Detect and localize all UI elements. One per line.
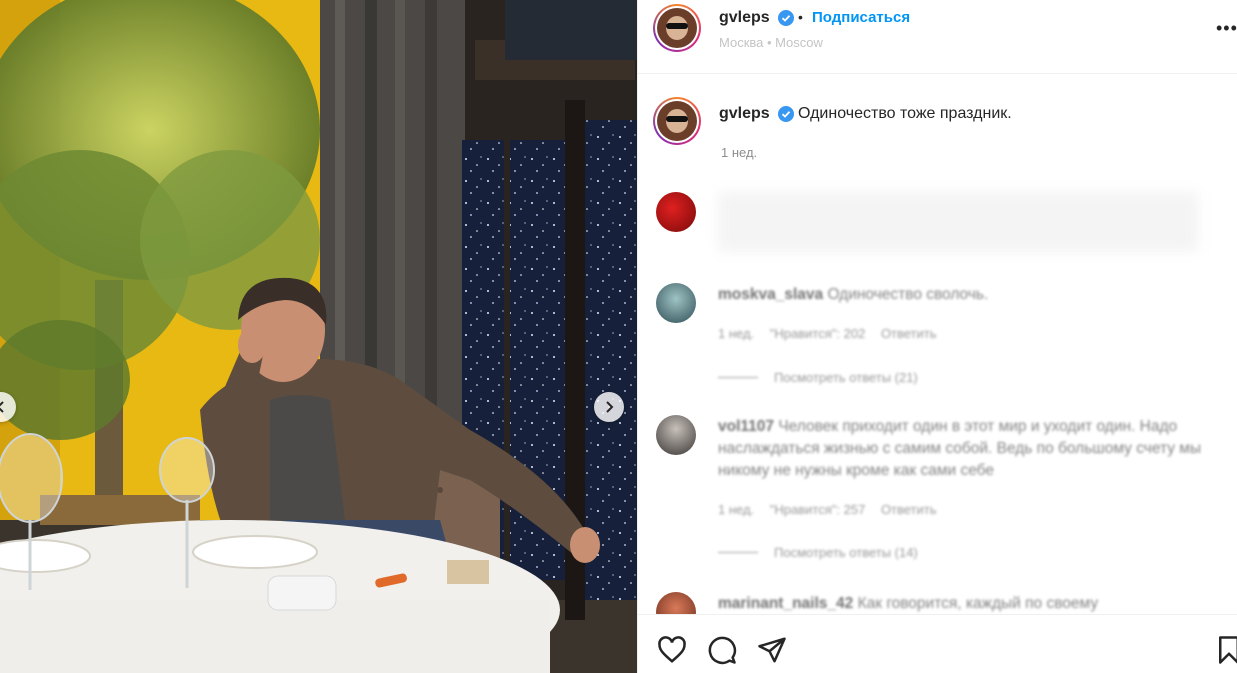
view-replies-button[interactable]: Посмотреть ответы (14) [718, 545, 918, 560]
comment-time: 1 нед. [718, 502, 755, 517]
reply-button[interactable]: Ответить [881, 502, 937, 517]
follow-button[interactable]: Подписаться [812, 9, 910, 26]
post-side-panel: gvleps • Подписаться Москва • Moscow •••… [637, 0, 1237, 673]
view-replies-button[interactable]: Посмотреть ответы (21) [718, 370, 918, 385]
header-separator: • [798, 9, 803, 25]
paper-plane-icon[interactable] [757, 635, 787, 665]
comment-text: Одиночество сволочь. [827, 286, 989, 303]
comment-username[interactable]: vol1107 [718, 418, 774, 435]
comment-body: marinant_nails_42 Как говорится, каждый … [718, 593, 1202, 615]
next-photo-button[interactable] [594, 392, 624, 422]
reply-button[interactable]: Ответить [881, 326, 937, 341]
commenter-avatar[interactable] [656, 192, 696, 232]
comment-meta: 1 нед. "Нравится": 202 Ответить [718, 326, 949, 341]
post-action-bar [638, 614, 1237, 673]
comment-item [656, 192, 1216, 262]
comment-username[interactable]: moskva_slava [718, 286, 823, 303]
verified-badge-icon [778, 106, 794, 122]
chevron-right-icon [606, 401, 614, 413]
view-replies-label: Посмотреть ответы (21) [774, 370, 918, 385]
comment-time: 1 нед. [718, 326, 755, 341]
caption-text: Одиночество тоже праздник. [798, 105, 1012, 122]
comment-likes[interactable]: "Нравится": 202 [770, 326, 866, 341]
comment-item: vol1107 Человек приходит один в этот мир… [656, 415, 1216, 560]
heart-icon[interactable] [657, 635, 687, 665]
blurred-comment [718, 192, 1198, 252]
author-username[interactable]: gvleps [719, 9, 770, 27]
author-avatar[interactable] [653, 4, 701, 52]
post-photo[interactable] [0, 0, 637, 673]
caption-time: 1 нед. [721, 145, 758, 160]
comment-body: moskva_slava Одиночество сволочь. [718, 284, 1202, 306]
restaurant-scene-image [0, 0, 637, 673]
comment-likes[interactable]: "Нравится": 257 [770, 502, 866, 517]
comment-text: Человек приходит один в этот мир и уходи… [718, 418, 1202, 479]
bookmark-icon[interactable] [1214, 635, 1237, 665]
chevron-left-icon [0, 401, 4, 413]
caption-avatar[interactable] [653, 97, 701, 145]
post-header: gvleps • Подписаться Москва • Moscow ••• [638, 0, 1237, 74]
comment-icon[interactable] [707, 635, 737, 665]
commenter-avatar[interactable] [656, 415, 696, 455]
caption-username[interactable]: gvleps [719, 105, 770, 123]
more-options-button[interactable]: ••• [1216, 18, 1237, 39]
commenter-avatar[interactable] [656, 283, 696, 323]
comment-body: vol1107 Человек приходит один в этот мир… [718, 416, 1202, 482]
post-location[interactable]: Москва • Moscow [719, 35, 823, 50]
comment-item: moskva_slava Одиночество сволочь. 1 нед.… [656, 283, 1216, 393]
instagram-post-modal: gvleps • Подписаться Москва • Moscow •••… [0, 0, 1237, 673]
verified-badge-icon [778, 10, 794, 26]
comment-text: Как говорится, каждый по своему [857, 595, 1099, 612]
comment-username[interactable]: marinant_nails_42 [718, 595, 853, 612]
view-replies-label: Посмотреть ответы (14) [774, 545, 918, 560]
comment-meta: 1 нед. "Нравится": 257 Ответить [718, 502, 949, 517]
